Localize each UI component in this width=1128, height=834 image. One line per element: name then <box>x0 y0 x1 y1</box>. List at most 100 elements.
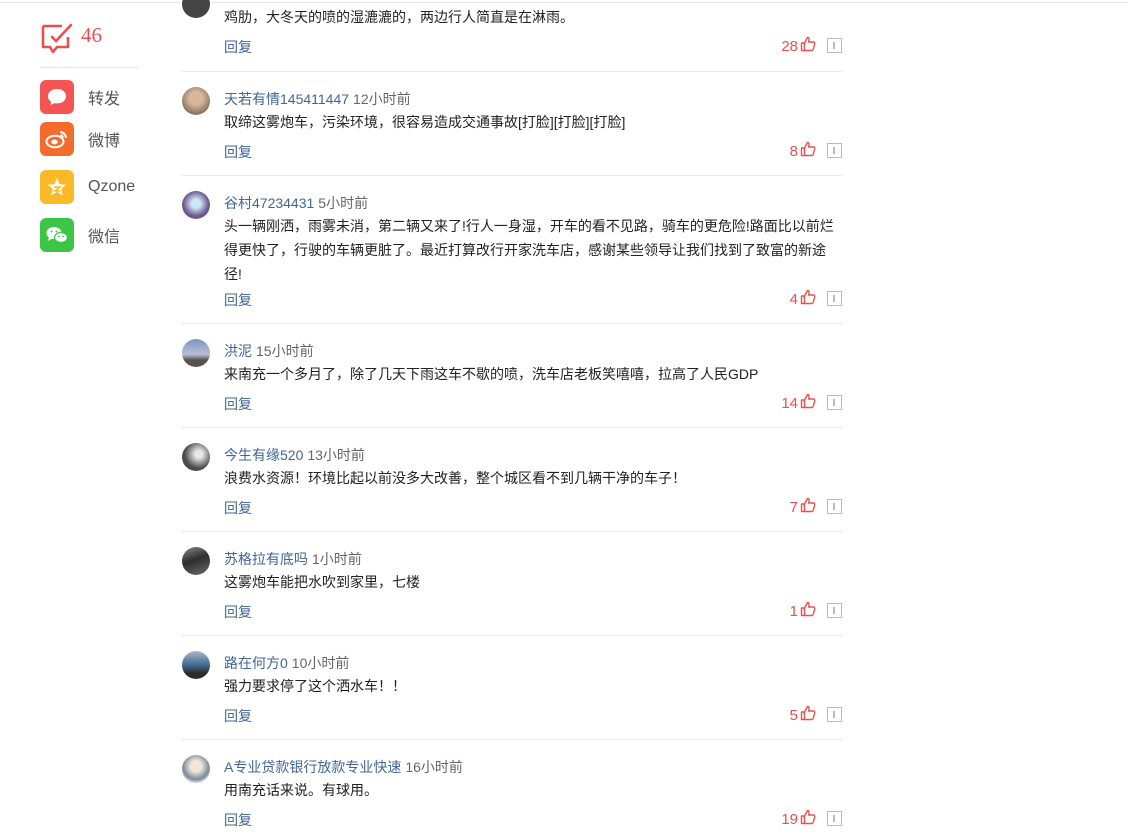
comment-item: 鸡肋，大冬天的喷的湿漉漉的，两边行人简直是在淋雨。 回复 28 <box>182 0 842 72</box>
reply-button[interactable]: 回复 <box>224 602 252 622</box>
username-link[interactable]: 路在何方0 <box>224 655 288 671</box>
avatar[interactable] <box>182 191 210 219</box>
like-count: 5 <box>789 706 798 724</box>
avatar[interactable] <box>182 87 210 115</box>
comment-text: 头一辆刚洒，雨雾未消，第二辆又来了!行人一身湿，开车的看不见路，骑车的更危险!路… <box>224 218 834 282</box>
thumbs-up-icon <box>798 36 816 56</box>
share-weibo[interactable]: 微博 <box>40 122 120 156</box>
comment-time: 16小时前 <box>405 759 463 775</box>
report-button[interactable] <box>827 603 842 618</box>
report-button[interactable] <box>827 38 842 53</box>
comment-text: 来南充一个多月了，除了几天下雨这车不歇的喷，洗车店老板笑嘻嘻，拉高了人民GDP <box>224 366 759 382</box>
sidebar-divider <box>40 67 138 68</box>
avatar[interactable] <box>182 443 210 471</box>
comment-item: 洪泥 15小时前 来南充一个多月了，除了几天下雨这车不歇的喷，洗车店老板笑嘻嘻，拉… <box>182 324 842 428</box>
avatar[interactable] <box>182 339 210 367</box>
comment-item: A专业贷款银行放款专业快速 16小时前 用南充话来说。有球用。 回复 19 <box>182 740 842 834</box>
comment-time: 10小时前 <box>291 655 350 671</box>
report-button[interactable] <box>827 811 842 826</box>
like-count: 7 <box>789 498 798 516</box>
share-wechat-label: 微信 <box>88 229 121 246</box>
comment-time: 15小时前 <box>256 343 314 359</box>
report-button[interactable] <box>827 707 842 722</box>
comment-text: 浪费水资源！环境比起以前没多大改善，整个城区看不到几辆干净的车子！ <box>224 470 686 486</box>
reply-button[interactable]: 回复 <box>224 810 252 830</box>
comment-text: 鸡肋，大冬天的喷的湿漉漉的，两边行人简直是在淋雨。 <box>224 9 574 25</box>
share-qzone-label: Qzone <box>88 178 136 195</box>
like-count: 4 <box>789 290 798 308</box>
reply-button[interactable]: 回复 <box>224 290 252 310</box>
like-button[interactable]: 28 <box>781 36 816 56</box>
like-button[interactable]: 5 <box>790 705 816 725</box>
reply-button[interactable]: 回复 <box>224 142 252 162</box>
wechat-icon <box>40 218 74 252</box>
like-button[interactable]: 14 <box>781 393 816 413</box>
share-sidebar: 46 转发 微博 Qzone 微信 <box>40 20 150 252</box>
thumbs-up-icon <box>798 289 816 309</box>
comment-meta: 谷村47234431 5小时前 <box>224 193 368 213</box>
reply-button[interactable]: 回复 <box>224 394 252 414</box>
qzone-star-icon <box>40 170 74 204</box>
username-link[interactable]: 谷村47234431 <box>224 195 314 211</box>
avatar[interactable] <box>182 547 210 575</box>
like-button[interactable]: 1 <box>790 601 816 621</box>
comment-meta: 洪泥 15小时前 <box>224 341 314 361</box>
comment-edit-icon <box>40 22 74 54</box>
comment-count: 46 <box>81 22 102 47</box>
reply-button[interactable]: 回复 <box>224 706 252 726</box>
thumbs-up-icon <box>798 393 816 413</box>
comment-count-button[interactable]: 46 <box>40 20 150 56</box>
comment-time: 5小时前 <box>318 195 369 211</box>
comment-meta: 今生有缘520 13小时前 <box>224 445 365 465</box>
comment-text: 取缔这雾炮车，污染环境，很容易造成交通事故[打脸][打脸][打脸] <box>224 114 626 130</box>
like-count: 28 <box>781 37 798 55</box>
thumbs-up-icon <box>798 809 816 829</box>
comment-meta: 天若有情145411447 12小时前 <box>224 89 411 109</box>
thumbs-up-icon <box>798 497 816 517</box>
chat-bubble-icon <box>40 80 74 114</box>
comment-time: 12小时前 <box>353 91 411 107</box>
comment-item: 今生有缘520 13小时前 浪费水资源！环境比起以前没多大改善，整个城区看不到几辆… <box>182 428 842 532</box>
report-button[interactable] <box>827 291 842 306</box>
avatar[interactable] <box>182 755 210 783</box>
comment-text: 用南充话来说。有球用。 <box>224 782 378 798</box>
like-count: 1 <box>789 602 798 620</box>
share-wechat[interactable]: 微信 <box>40 218 120 252</box>
reply-button[interactable]: 回复 <box>224 498 252 518</box>
username-link[interactable]: A专业贷款银行放款专业快速 <box>224 759 401 775</box>
username-link[interactable]: 苏格拉有底吗 <box>224 551 308 567</box>
username-link[interactable]: 洪泥 <box>224 343 252 359</box>
reply-button[interactable]: 回复 <box>224 37 252 57</box>
share-forward-label: 转发 <box>88 91 121 108</box>
report-button[interactable] <box>827 143 842 158</box>
comment-item: 路在何方0 10小时前 强力要求停了这个洒水车！！ 回复 5 <box>182 636 842 740</box>
like-count: 19 <box>781 810 798 828</box>
comment-item: 天若有情145411447 12小时前 取缔这雾炮车，污染环境，很容易造成交通事故… <box>182 72 842 176</box>
avatar[interactable] <box>182 651 210 679</box>
share-weibo-label: 微博 <box>88 133 121 150</box>
username-link[interactable]: 今生有缘520 <box>224 447 303 463</box>
like-button[interactable]: 4 <box>790 289 816 309</box>
comment-meta: 路在何方0 10小时前 <box>224 653 349 673</box>
comment-item: 苏格拉有底吗 1小时前 这雾炮车能把水吹到家里，七楼 回复 1 <box>182 532 842 636</box>
thumbs-up-icon <box>798 601 816 621</box>
username-link[interactable]: 天若有情145411447 <box>224 91 349 107</box>
avatar[interactable] <box>182 0 210 18</box>
comment-meta: A专业贷款银行放款专业快速 16小时前 <box>224 757 463 777</box>
report-button[interactable] <box>827 395 842 410</box>
like-button[interactable]: 8 <box>790 141 816 161</box>
comment-time: 13小时前 <box>307 447 365 463</box>
like-button[interactable]: 7 <box>790 497 816 517</box>
like-count: 8 <box>789 142 798 160</box>
report-button[interactable] <box>827 499 842 514</box>
comment-text: 这雾炮车能把水吹到家里，七楼 <box>224 574 420 590</box>
share-qzone[interactable]: Qzone <box>40 170 135 204</box>
like-count: 14 <box>781 394 798 412</box>
thumbs-up-icon <box>798 141 816 161</box>
page: 46 转发 微博 Qzone 微信 鸡肋，大冬天的喷的湿漉漉的，两边行人简直是在… <box>0 0 1128 834</box>
comment-item: 谷村47234431 5小时前 头一辆刚洒，雨雾未消，第二辆又来了!行人一身湿，开… <box>182 176 842 324</box>
comment-time: 1小时前 <box>312 551 362 567</box>
share-forward[interactable]: 转发 <box>40 80 120 114</box>
like-button[interactable]: 19 <box>781 809 816 829</box>
weibo-icon <box>40 122 74 156</box>
